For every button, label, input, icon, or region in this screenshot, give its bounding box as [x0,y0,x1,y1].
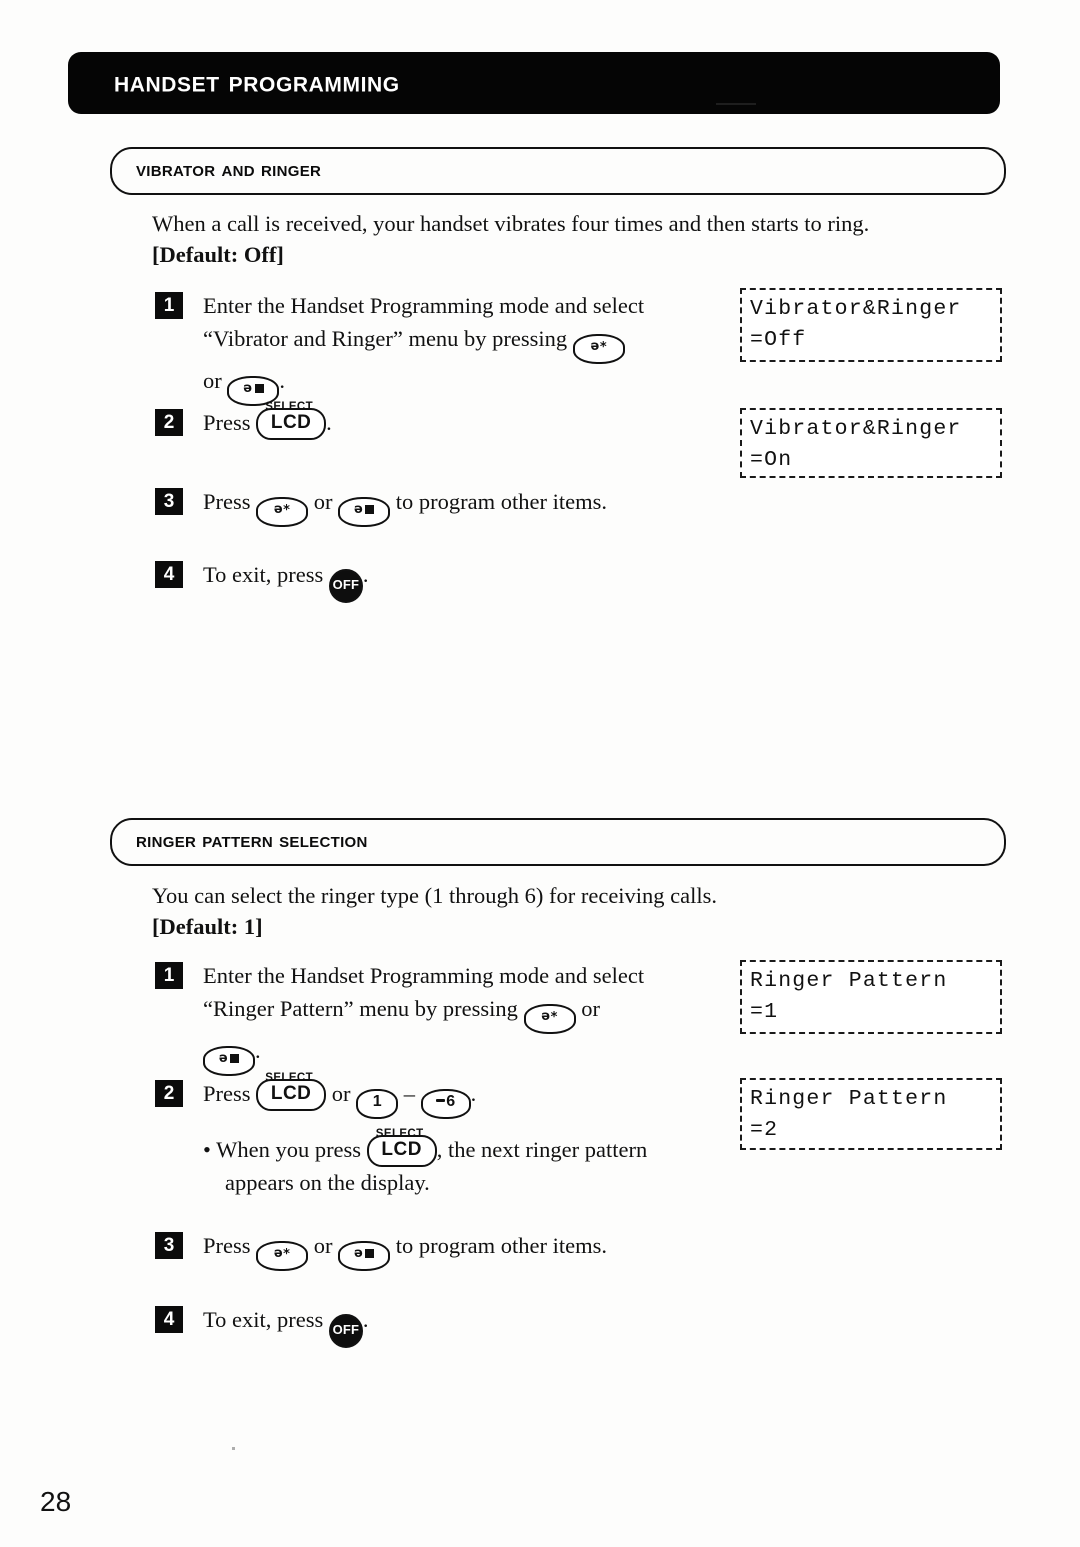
step-text: Enter the Handset Programming mode and s… [203,289,644,406]
step-number-badge: 1 [155,962,183,989]
page-number: 28 [40,1486,72,1517]
step-text-or: or [313,489,333,514]
bullet-text-line-2: appears on the display. [225,1170,430,1195]
step-text-period: . [362,1307,369,1332]
step-text-or: or [581,996,600,1021]
lcd-line-1: Vibrator&Ringer [750,297,962,321]
off-key-icon[interactable]: OFF [328,1314,363,1348]
lcd-line-1: Vibrator&Ringer [750,417,962,441]
bullet-text-start: • When you press [203,1137,362,1162]
section-intro-ringer: You can select the ringer type (1 throug… [152,880,717,942]
step-number-badge: 3 [155,488,183,515]
digit-1-key-icon[interactable]: 1 [356,1089,399,1119]
step-text-line-1: Enter the Handset Programming mode and s… [203,963,645,988]
section-heading-box-vibrator-and-ringer: Vibrator and Ringer [110,147,1006,195]
intro-line-1: You can select the ringer type (1 throug… [152,883,718,908]
step-text-press: Press [203,489,251,514]
off-key-icon[interactable]: OFF [328,569,363,603]
section-intro-vibrator: When a call is received, your handset vi… [152,208,869,270]
step-text-exit: To exit, press [203,562,324,587]
section-heading-box-ringer-pattern-selection: Ringer Pattern Selection [110,818,1006,866]
select-lcd-key[interactable]: SELECT LCD [366,1128,437,1167]
digit-1-label: 1 [372,1093,382,1110]
step-text-period: . [470,1081,477,1106]
step-text-period: . [255,1038,261,1063]
step-text-line-3: or [203,368,222,393]
lcd-line-2: =On [750,448,793,472]
step-text: Press ə* or ǝ to program other items. [203,1229,607,1271]
scroll-up-key-icon[interactable]: ə* [256,1241,309,1271]
step-text-exit: To exit, press [203,1307,324,1332]
step-text-period: . [326,410,332,435]
scroll-up-key-icon[interactable]: ə* [523,1004,576,1034]
step-text: To exit, press OFF. [203,558,369,603]
chapter-title: Handset Programming [114,65,400,99]
step-text-line-1: Enter the Handset Programming mode and s… [203,293,645,318]
lcd-line-2: =2 [750,1118,779,1142]
lcd-key-label[interactable]: LCD [256,1079,327,1111]
scroll-down-key-icon[interactable]: ǝ [338,1241,391,1271]
off-key-label: OFF [332,577,360,592]
section-heading-label: Ringer Pattern Selection [136,829,368,853]
step-number-badge: 2 [155,1080,183,1107]
manual-page: Handset Programming Vibrator and Ringer … [0,0,1080,1547]
scroll-down-key-icon[interactable]: ǝ [203,1046,255,1076]
step-text-line-2: “Vibrator and Ringer” menu by pressing [203,326,568,351]
scroll-up-key-icon[interactable]: ə* [572,334,625,364]
step-text: Enter the Handset Programming mode and s… [203,959,644,1076]
scroll-up-key-icon[interactable]: ə* [256,497,309,527]
step-text: Press ə* or ǝ to program other items. [203,485,607,527]
step-text-dash: – [403,1081,416,1106]
bullet-text-end: , the next ringer pattern [436,1137,648,1162]
step-number-badge: 3 [155,1232,183,1259]
step-text-line-2: “Ringer Pattern” menu by pressing [203,996,518,1021]
lcd-line-2: =Off [750,328,807,352]
off-key-label: OFF [332,1322,360,1337]
step-text-or: or [331,1081,351,1106]
step-text-line-3-end: . [279,368,285,393]
lcd-display-ringer-pattern-1: Ringer Pattern =1 [740,960,1002,1034]
step-number-badge: 4 [155,561,183,588]
digit-6-label: 6 [446,1093,456,1110]
step-text-tail: to program other items. [395,489,607,514]
select-lcd-key[interactable]: SELECT LCD [256,1072,327,1111]
section-heading-label: Vibrator and Ringer [136,158,322,182]
step-number-badge: 4 [155,1306,183,1333]
chapter-header-bar: Handset Programming [68,52,1000,114]
lcd-line-1: Ringer Pattern [750,1087,948,1111]
step-text-period: . [362,562,369,587]
digit-6-key-icon[interactable]: 6 [420,1089,471,1119]
step-text: Press SELECT LCD or 1 – 6. • When you pr… [203,1072,648,1199]
step-text-press: Press [203,1081,251,1106]
step-text-tail: to program other items. [395,1233,607,1258]
intro-default-line: [Default: 1] [152,914,263,939]
lcd-line-1: Ringer Pattern [750,969,948,993]
intro-line-1: When a call is received, your handset vi… [152,211,870,236]
step-text-or: or [313,1233,333,1258]
lcd-display-ringer-pattern-2: Ringer Pattern =2 [740,1078,1002,1150]
select-lcd-key[interactable]: SELECT LCD [256,401,327,440]
step-number-badge: 1 [155,292,183,319]
lcd-display-vibrator-on: Vibrator&Ringer =On [740,408,1002,478]
intro-default-line: [Default: Off] [152,242,284,267]
step-text: Press SELECT LCD . [203,401,332,440]
step-text: To exit, press OFF. [203,1303,369,1348]
step-number-badge: 2 [155,409,183,436]
lcd-display-vibrator-off: Vibrator&Ringer =Off [740,288,1002,362]
scan-artifact [232,1447,235,1450]
lcd-key-label[interactable]: LCD [366,1135,437,1167]
scan-artifact [716,103,756,105]
step-text-press: Press [203,1233,251,1258]
step-text-press: Press [203,410,251,435]
lcd-key-label[interactable]: LCD [256,408,327,440]
lcd-line-2: =1 [750,1000,779,1024]
scroll-down-key-icon[interactable]: ǝ [338,497,391,527]
